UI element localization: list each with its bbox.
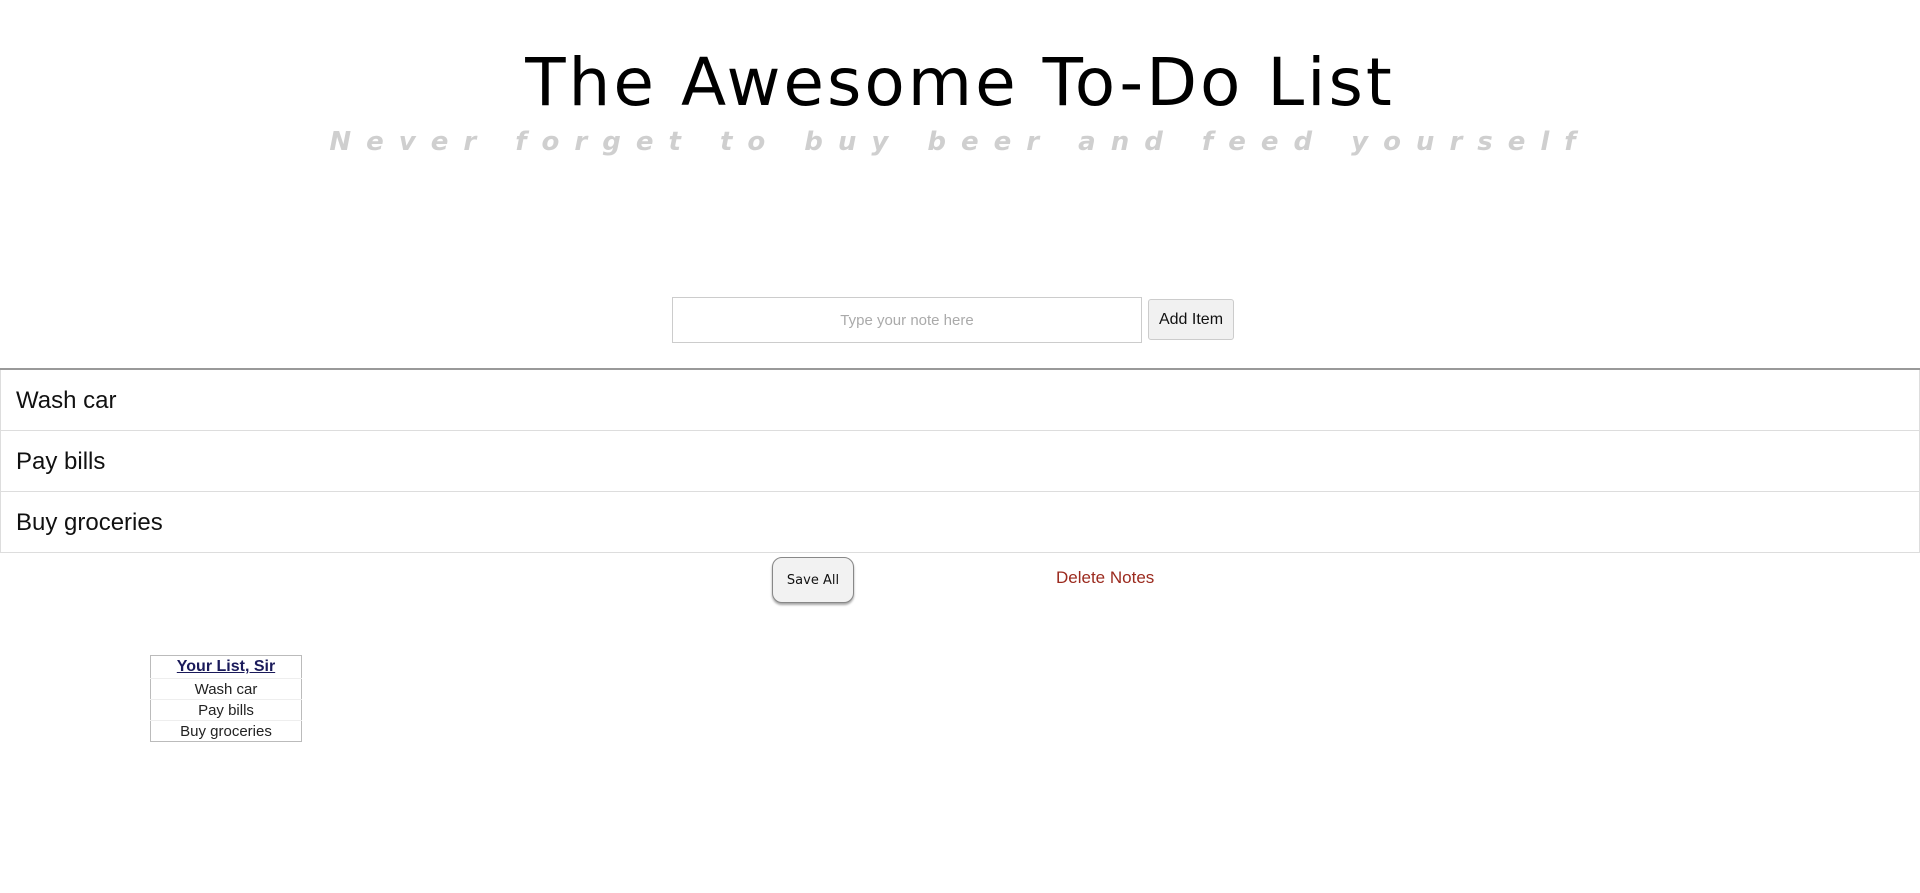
- todo-app-page: The Awesome To-Do List Never forget to b…: [0, 0, 1920, 893]
- summary-row: Wash car: [150, 678, 302, 700]
- delete-notes-link[interactable]: Delete Notes: [1056, 568, 1154, 588]
- summary-cell: Pay bills: [150, 699, 302, 721]
- save-all-button[interactable]: Save All: [772, 557, 854, 603]
- summary-heading: Your List, Sir: [176, 658, 276, 675]
- summary-cell: Wash car: [150, 678, 302, 700]
- todo-item-pay-bills[interactable]: Pay bills: [0, 431, 1920, 492]
- page-title: The Awesome To-Do List: [525, 44, 1395, 121]
- summary-header-row: Your List, Sir: [151, 656, 302, 679]
- todo-list: Wash car Pay bills Buy groceries: [0, 368, 1920, 553]
- todo-item-buy-groceries[interactable]: Buy groceries: [0, 492, 1920, 553]
- summary-row: Buy groceries: [150, 720, 302, 742]
- summary-row: Pay bills: [150, 699, 302, 721]
- summary-table: Your List, Sir Wash car Pay bills Buy gr…: [150, 655, 302, 742]
- summary-cell: Buy groceries: [150, 720, 302, 742]
- todo-item-wash-car[interactable]: Wash car: [0, 370, 1920, 431]
- page-subtitle: Never forget to buy beer and feed yourse…: [329, 127, 1591, 157]
- add-item-button[interactable]: Add Item: [1148, 299, 1234, 340]
- note-input[interactable]: [672, 297, 1142, 343]
